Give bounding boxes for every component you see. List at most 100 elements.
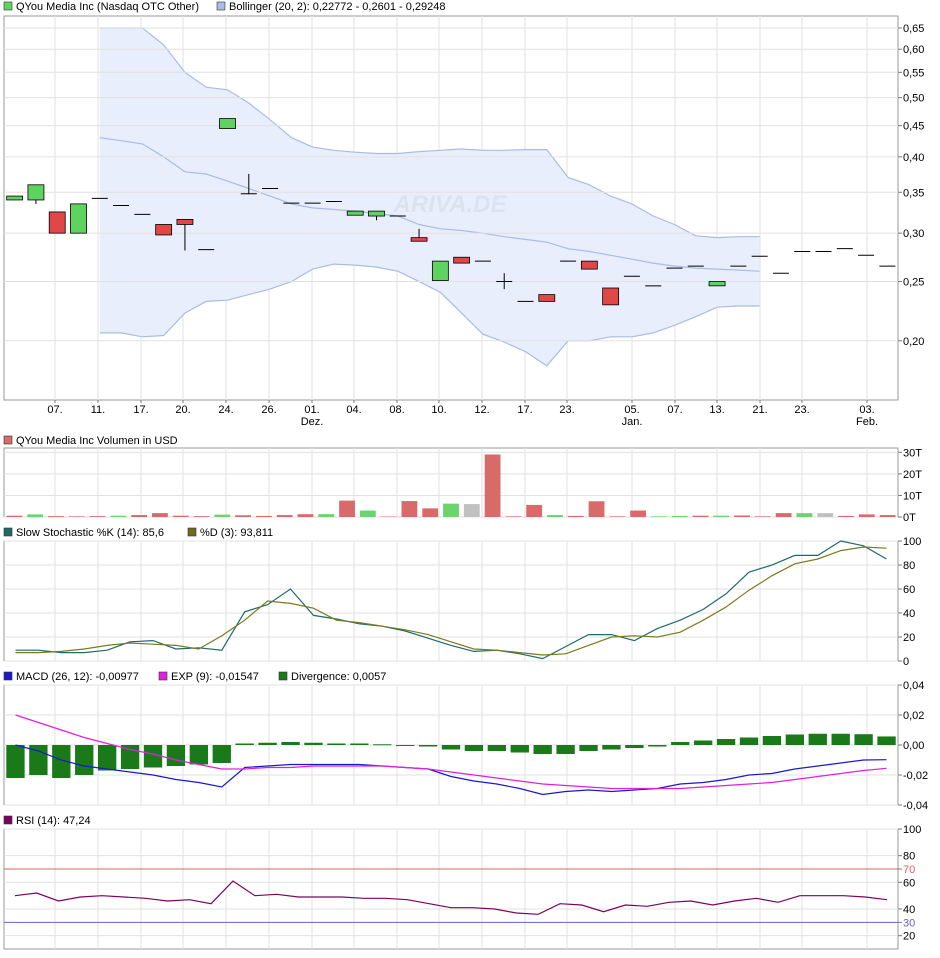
legend-swatch-stoch-k [3, 527, 13, 537]
macd-divergence-bar [556, 745, 575, 754]
volume-bar [214, 514, 231, 517]
legend-rsi-panel: RSI (14): 47,24 [3, 815, 91, 827]
volume-bar [339, 500, 355, 517]
price-xtick-label: 21. [752, 404, 767, 416]
legend-label-price: QYou Media Inc (Nasdaq OTC Other) [16, 1, 199, 13]
stochastic-ytick-label: 20 [903, 632, 915, 644]
macd-divergence-bar [235, 743, 254, 745]
candle-body [580, 260, 598, 270]
volume-bar [879, 515, 896, 517]
macd-ytick-label: 0,04 [903, 680, 924, 692]
price-ytick-label: 0,40 [903, 152, 924, 164]
volume-bar [588, 501, 605, 517]
price-xtick-label: 17. [133, 404, 148, 416]
macd-divergence-bar [258, 742, 277, 745]
price-xtick-label: 23. [559, 404, 574, 416]
price-xtick-label: 08. [389, 404, 404, 416]
macd-divergence-bar [212, 745, 231, 763]
macd-divergence-bar [693, 740, 713, 745]
candle-body [708, 281, 726, 287]
price-xtick-label: 11. [91, 404, 105, 416]
macd-divergence-bar [762, 736, 782, 745]
macd-ytick-label: -0,02 [903, 770, 928, 782]
volume-bar [713, 515, 730, 517]
macd-divergence-bar [739, 737, 759, 745]
volume-bar [817, 513, 834, 517]
macd-divergence-bar [464, 745, 484, 751]
macd-ytick-label: 0,00 [903, 740, 924, 752]
macd-divergence-bar [602, 745, 621, 750]
price-xtick-label: 01. [304, 404, 319, 416]
stochastic-ytick-label: 100 [903, 536, 921, 548]
rsi-frame [3, 828, 899, 950]
volume-bar [858, 514, 875, 517]
price-month-label: Dez. [301, 416, 324, 428]
volume-bar [775, 513, 792, 517]
macd-divergence-bar [808, 733, 827, 745]
macd-divergence-bar [671, 742, 690, 745]
price-xtick-label: 04. [346, 404, 361, 416]
volume-bar [505, 516, 522, 517]
price-xtick-label: 24. [218, 404, 233, 416]
volume-bar [463, 504, 480, 517]
price-ytick-label: 0,30 [903, 228, 924, 240]
price-xtick-label: 07. [667, 404, 682, 416]
volume-ytick-label: 10T [903, 490, 922, 502]
legend-label-stoch-d: %D (3): 93,811 [200, 527, 273, 539]
volume-bar [484, 454, 501, 517]
macd-divergence-bar [75, 745, 94, 775]
candle-body [368, 210, 385, 217]
legend-swatch-volume [3, 435, 13, 445]
volume-bar [48, 516, 64, 517]
legend-label-bollinger: Bollinger (20, 2): 0,22772 - 0,2601 - 0,… [229, 1, 445, 13]
volume-ytick-label: 0T [903, 512, 916, 524]
price-month-label: Jan. [622, 416, 643, 428]
macd-divergence-bar [166, 745, 186, 766]
volume-bar [609, 516, 626, 517]
price-ytick-label: 0,55 [903, 67, 924, 79]
legend-label-divergence: Divergence: 0,0057 [291, 671, 386, 683]
macd-divergence-bar [716, 739, 736, 745]
legend-swatch-divergence [278, 671, 288, 681]
price-xtick-label: 07. [47, 404, 62, 416]
candle-body [27, 184, 45, 201]
volume-bar [671, 515, 688, 517]
macd-divergence-bar [487, 745, 507, 751]
volume-bar [547, 515, 563, 517]
macd-divergence-bar [350, 743, 369, 745]
macd-divergence-bar [854, 734, 873, 745]
legend-swatch-stoch-d [187, 527, 197, 537]
price-xtick-label: 23. [794, 404, 809, 416]
macd-divergence-bar [533, 745, 552, 754]
stochastic-ytick-label: 80 [903, 560, 915, 572]
macd-divergence-bar [625, 745, 644, 748]
legend-label-stoch-k: Slow Stochastic %K (14): 85,6 [16, 527, 164, 539]
rsi-ytick-label: 100 [903, 824, 921, 836]
volume-bar [443, 503, 459, 517]
rsi-ytick-label: 30 [903, 917, 915, 929]
stochastic-panel: 100 80 60 40 20 0 [3, 536, 921, 668]
volume-bar [68, 516, 85, 517]
candle-body [410, 237, 428, 242]
volume-bar [401, 501, 418, 517]
legend-volume-panel: QYou Media Inc Volumen in USD [3, 435, 178, 447]
volume-panel: 30T 20T 10T 0T [3, 447, 922, 524]
legend-swatch-rsi [3, 815, 13, 825]
volume-bar [27, 514, 44, 517]
volume-bar [152, 513, 168, 517]
macd-divergence-bar [510, 745, 529, 753]
legend-label-volume: QYou Media Inc Volumen in USD [16, 435, 178, 447]
volume-bar [193, 516, 210, 517]
candle-body [70, 203, 87, 234]
price-xtick-label: 03. [859, 404, 874, 416]
candle-body [6, 195, 24, 201]
volume-bar [692, 515, 709, 517]
volume-bar [6, 515, 23, 517]
volume-bar [651, 516, 667, 517]
legend-price-panel: QYou Media Inc (Nasdaq OTC Other) Bollin… [3, 1, 445, 13]
price-xtick-label: 10. [431, 404, 446, 416]
rsi-ytick-label: 40 [903, 904, 915, 916]
macd-divergence-bar [395, 745, 415, 746]
candle-body [431, 260, 449, 281]
stochastic-ytick-label: 0 [903, 656, 909, 668]
